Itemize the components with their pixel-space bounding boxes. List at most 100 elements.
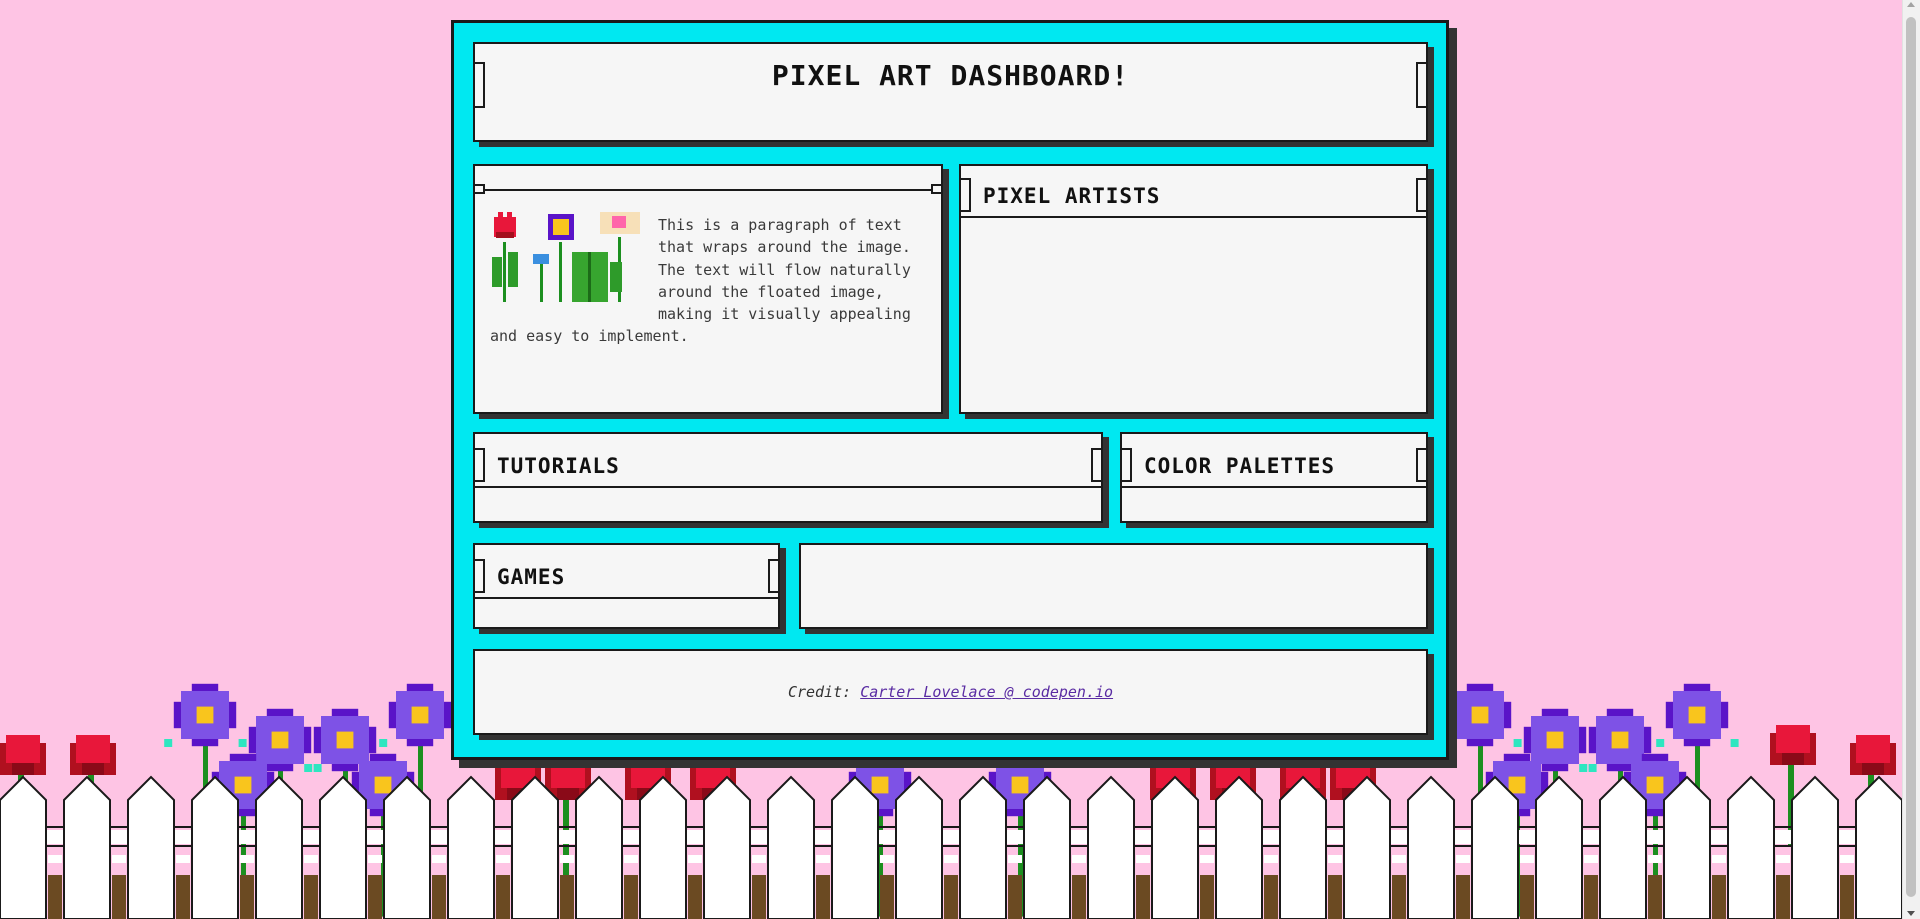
intro-header-strip [475,166,941,191]
color-palettes-header: COLOR PALETTES [1120,448,1428,488]
games-panel: GAMES [473,543,780,629]
pixel-artists-right-bracket [1416,178,1428,212]
fence-gap-rail [1584,855,1598,863]
fence-gap-rail [1392,855,1406,863]
fence-gap-rail [112,855,126,863]
soil-patch [304,875,318,919]
soil-patch [1136,875,1150,919]
fence-gap-rail [688,855,702,863]
fence-gap-rail [1264,855,1278,863]
fence-post [447,775,495,919]
games-header: GAMES [473,559,780,599]
soil-patch [48,875,62,919]
fence-post [895,775,943,919]
fence-post [319,775,367,919]
fence-post [1855,775,1903,919]
tutorials-panel: TUTORIALS [473,432,1103,523]
footer-panel: Credit: Carter Lovelace @ codepen.io [473,649,1428,735]
fence-gap-rail [1840,855,1854,863]
fence-gap-rail [1712,855,1726,863]
fence-gap-rail [176,855,190,863]
fence-gap-rail [1136,855,1150,863]
picket-fence [0,775,1903,919]
pixel-artists-header: PIXEL ARTISTS [959,178,1428,218]
credit-line: Credit: Carter Lovelace @ codepen.io [475,683,1426,701]
soil-patch [432,875,446,919]
soil-patch [368,875,382,919]
soil-patch [880,875,894,919]
fence-post [575,775,623,919]
soil-patch [1840,875,1854,919]
fence-gap-rail [368,855,382,863]
fence-post [1791,775,1839,919]
fence-gap-rail [432,855,446,863]
fence-gap-rail [1008,855,1022,863]
fence-post [1727,775,1775,919]
soil-patch [176,875,190,919]
fence-post [191,775,239,919]
color-palettes-title: COLOR PALETTES [1144,454,1336,478]
fence-post [127,775,175,919]
fence-gap-rail [1200,855,1214,863]
soil-patch [1328,875,1342,919]
fence-gap-rail [1648,855,1662,863]
soil-patch [112,875,126,919]
empty-panel [799,543,1428,629]
fence-post [0,775,47,919]
fence-gap-rail [752,855,766,863]
fence-post [703,775,751,919]
fence-post [511,775,559,919]
fence-post [63,775,111,919]
scroll-up-arrow-icon[interactable] [1907,2,1915,7]
fence-post [639,775,687,919]
soil-patch [240,875,254,919]
soil-patch [1264,875,1278,919]
color-palettes-left-bracket [1120,448,1132,482]
soil-patch [1776,875,1790,919]
fence-post [1407,775,1455,919]
intro-right-bracket [931,184,943,194]
pixel-artists-title: PIXEL ARTISTS [983,184,1161,208]
fence-post [959,775,1007,919]
fence-post [1151,775,1199,919]
fence-gap-rail [1072,855,1086,863]
fence-gap-rail [560,855,574,863]
intro-left-bracket [473,184,485,194]
soil-patch [944,875,958,919]
fence-post [1087,775,1135,919]
fence-post [831,775,879,919]
soil-patch [1008,875,1022,919]
soil-patch [1520,875,1534,919]
credit-link[interactable]: Carter Lovelace @ codepen.io [860,683,1113,701]
fence-post [1471,775,1519,919]
tutorials-right-bracket [1091,448,1103,482]
fence-post [1215,775,1263,919]
credit-label: Credit: [787,683,852,701]
soil-patch [816,875,830,919]
fence-gap-rail [304,855,318,863]
fence-post [255,775,303,919]
pixel-artists-panel: PIXEL ARTISTS [959,164,1428,414]
fence-gap-rail [1456,855,1470,863]
fence-gap-rail [1520,855,1534,863]
soil-patch [752,875,766,919]
soil-patch [1712,875,1726,919]
fence-post [1663,775,1711,919]
fence-post [383,775,431,919]
soil-patch [560,875,574,919]
fence-gap-rail [240,855,254,863]
games-left-bracket [473,559,485,593]
pixel-artists-left-bracket [959,178,971,212]
soil-patch [688,875,702,919]
fence-gap-rail [1776,855,1790,863]
soil-patch [1392,875,1406,919]
soil-patch [1072,875,1086,919]
dashboard-frame: PIXEL ART DASHBOARD! This is a paragraph… [451,20,1449,760]
scroll-down-arrow-icon[interactable] [1907,911,1915,916]
vertical-scrollbar[interactable] [1902,0,1920,919]
tutorials-header: TUTORIALS [473,448,1103,488]
soil-patch [496,875,510,919]
color-palettes-right-bracket [1416,448,1428,482]
fence-post [1535,775,1583,919]
scroll-thumb[interactable] [1906,17,1916,897]
